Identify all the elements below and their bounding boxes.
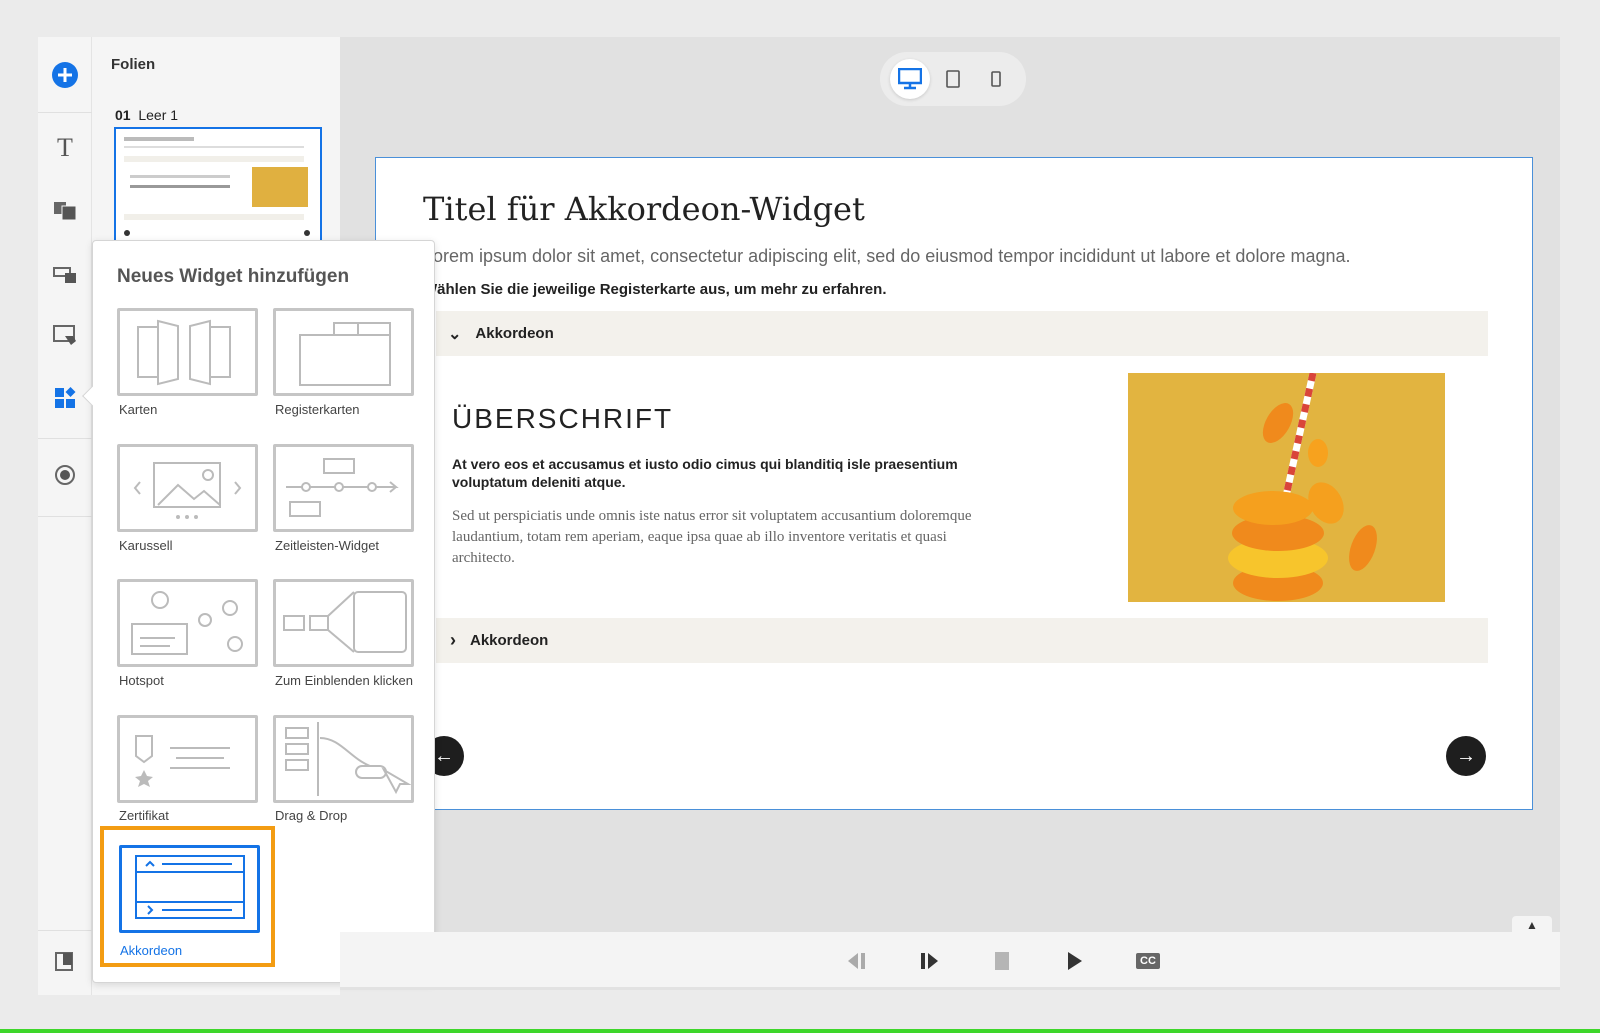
accordion-header-1[interactable]: ⌄ Akkordeon: [436, 311, 1488, 356]
desktop-view-button[interactable]: [889, 59, 930, 99]
widget-label: Zum Einblenden klicken: [275, 673, 414, 688]
previous-button[interactable]: [842, 946, 872, 976]
widget-carousel[interactable]: [117, 444, 258, 532]
popup-title: Neues Widget hinzufügen: [117, 266, 350, 287]
slides-panel-title: Folien: [111, 56, 156, 73]
bottom-border: [0, 1029, 1600, 1033]
accordion-header-2[interactable]: › Akkordeon: [436, 618, 1488, 663]
media-icon[interactable]: [38, 190, 92, 230]
orange-juice-image: [1128, 373, 1445, 602]
chevron-right-icon: ›: [450, 630, 456, 650]
slide-label: 01 Leer 1: [115, 107, 179, 123]
text-icon[interactable]: T: [38, 128, 92, 168]
tablet-icon: [946, 70, 960, 88]
device-toggle: [880, 52, 1026, 106]
next-button[interactable]: [914, 946, 944, 976]
slides-panel-icon[interactable]: [38, 941, 92, 981]
mobile-view-button[interactable]: [976, 59, 1016, 99]
accordion-heading: ÜBERSCHRIFT: [452, 403, 674, 434]
play-button[interactable]: [1060, 946, 1090, 976]
accordion-body-text: Sed ut perspiciatis unde omnis iste natu…: [452, 508, 972, 566]
add-widget-popup: Neues Widget hinzufügen Karten Registerk…: [82, 240, 435, 983]
slide-intro: Lorem ipsum dolor sit amet, consectetur …: [423, 246, 1351, 266]
closed-captions-button[interactable]: CC: [1133, 946, 1163, 976]
mobile-icon: [991, 71, 1002, 87]
widget-accordion-selected[interactable]: Akkordeon: [100, 826, 275, 967]
widget-cards[interactable]: [117, 308, 258, 396]
widget-label: Registerkarten: [275, 402, 360, 417]
widget-hotspot[interactable]: [117, 579, 258, 667]
widget-tabs[interactable]: [273, 308, 414, 396]
slide-title[interactable]: Titel für Akkordeon-Widget: [423, 190, 865, 228]
next-slide-button[interactable]: →: [1446, 736, 1486, 776]
widget-drag-drop[interactable]: [273, 715, 414, 803]
playbar: CC: [340, 932, 1560, 990]
record-icon[interactable]: [38, 455, 92, 495]
widget-label: Karussell: [119, 538, 173, 553]
quiz-icon[interactable]: [38, 253, 92, 293]
slide-thumbnail[interactable]: [114, 127, 322, 247]
widget-label: Akkordeon: [120, 943, 183, 958]
accordion-bold-text: At vero eos et accusamus et iusto odio c…: [452, 456, 958, 490]
widget-label: Karten: [119, 402, 158, 417]
widget-timeline[interactable]: [273, 444, 414, 532]
chevron-down-icon: ⌄: [448, 325, 462, 343]
widget-label: Zertifikat: [119, 808, 169, 823]
desktop-icon: [897, 68, 922, 90]
widget-click-to-reveal[interactable]: [273, 579, 414, 667]
widget-certificate[interactable]: [117, 715, 258, 803]
collapse-playbar-button[interactable]: ▲: [1512, 916, 1552, 934]
widget-label: Hotspot: [119, 673, 164, 688]
tablet-view-button[interactable]: [933, 59, 973, 99]
widget-label: Drag & Drop: [275, 808, 348, 823]
left-toolbar: T: [38, 37, 92, 995]
interaction-icon[interactable]: [38, 315, 92, 355]
slide-instruction: Wählen Sie die jeweilige Registerkarte a…: [423, 281, 887, 298]
stop-button[interactable]: [987, 946, 1017, 976]
add-icon[interactable]: [38, 55, 92, 95]
widget-label: Zeitleisten-Widget: [275, 538, 380, 553]
slide: Titel für Akkordeon-Widget Lorem ipsum d…: [375, 157, 1533, 810]
